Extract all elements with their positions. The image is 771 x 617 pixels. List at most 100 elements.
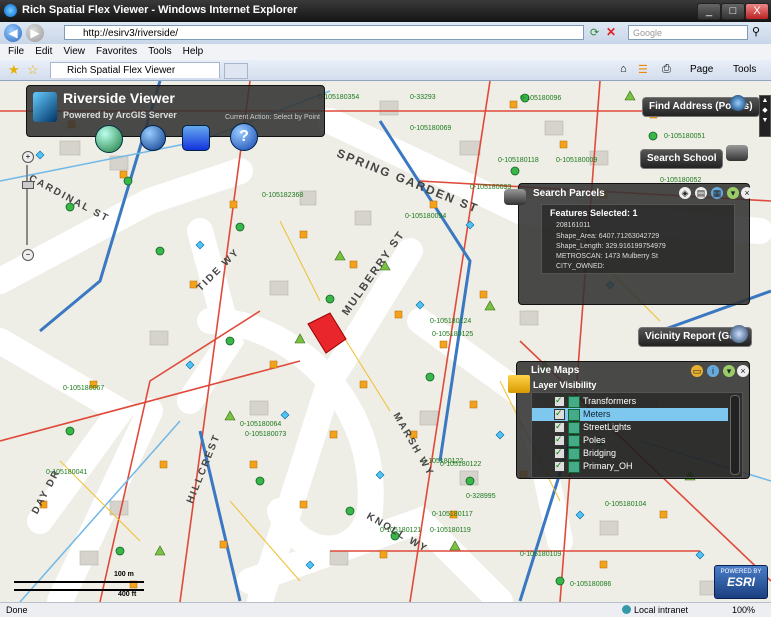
layer-icon (568, 395, 580, 408)
esri-brand-label: ESRI (726, 575, 755, 589)
layer-item-selected[interactable]: Meters (532, 407, 728, 421)
zoom-slider[interactable]: + − (20, 151, 34, 261)
menu-view[interactable]: View (63, 46, 85, 57)
layer-checkbox[interactable] (554, 433, 565, 447)
parcel-id[interactable]: 208161011 (556, 222, 591, 229)
map-label: 0-105180096 (520, 95, 562, 102)
current-action-label: Current Action: Select by Point (225, 114, 320, 121)
home-icon[interactable]: ⌂ (620, 63, 627, 75)
layer-scrollbar[interactable] (730, 395, 740, 475)
menu-favorites[interactable]: Favorites (96, 46, 137, 57)
close-button[interactable]: X (745, 3, 769, 20)
layer-icon (568, 434, 580, 447)
zoom-track[interactable] (26, 165, 28, 245)
close-panel-icon[interactable]: × (737, 365, 749, 377)
folder-icon[interactable]: ▭ (691, 365, 703, 377)
layer-item[interactable]: StreetLights (554, 420, 631, 434)
map-label: 0-105180086 (570, 581, 612, 588)
help-tool-icon[interactable]: ? (230, 123, 258, 151)
url-field[interactable]: http://esirv3/riverside/ (64, 25, 584, 40)
feeds-icon[interactable]: ☰ (638, 63, 648, 76)
map-label: 0-105180117 (432, 511, 473, 518)
search-parcels-panel: Search Parcels ◈ ▤ ▦ ▾ × Features Select… (518, 183, 753, 305)
add-favorite-icon[interactable]: ☆ (27, 62, 39, 78)
status-text: Done (6, 605, 28, 615)
features-selected: Features Selected: 1 (550, 208, 638, 218)
minimize-panel-icon[interactable]: ▾ (723, 365, 735, 377)
viewer-subtitle: Powered by ArcGIS Server (63, 110, 177, 120)
menu-help[interactable]: Help (183, 46, 204, 57)
print-icon[interactable]: ⎙ (662, 63, 671, 76)
search-school-button[interactable]: Search School (640, 149, 724, 169)
compass-tool-icon[interactable] (140, 125, 166, 151)
layer-checkbox[interactable] (554, 459, 565, 473)
menu-edit[interactable]: Edit (35, 46, 52, 57)
maximize-button[interactable]: □ (721, 3, 745, 20)
layer-item[interactable]: Bridging (554, 446, 617, 460)
search-parcels-binoculars-icon (504, 189, 526, 205)
layer-icon (568, 421, 580, 434)
layer-visibility-title: Layer Visibility (533, 380, 597, 390)
globe-logo-icon (33, 92, 57, 122)
forward-button[interactable]: ▶ (26, 24, 44, 42)
scale-line-top (14, 581, 144, 583)
layer-item[interactable]: Transformers (554, 394, 637, 408)
globe-tool-icon[interactable] (95, 125, 123, 153)
parcel-grid-icon[interactable]: ▦ (711, 187, 723, 199)
layer-checkbox[interactable] (554, 446, 565, 460)
nav-arrows[interactable]: ▲ ◆ ▼ (759, 95, 771, 137)
layer-label: Bridging (583, 448, 617, 458)
layer-checkbox[interactable] (554, 407, 565, 421)
refresh-icon[interactable]: ⟳ (590, 26, 599, 39)
parcel-select-icon[interactable]: ▤ (695, 187, 707, 199)
parcel-tool-icon[interactable]: ◈ (679, 187, 691, 199)
layer-checkbox[interactable] (554, 420, 565, 434)
zoom-out-button[interactable]: − (22, 249, 34, 261)
layer-item[interactable]: Poles (554, 433, 606, 447)
scale-label-bottom: 400 ft (118, 591, 137, 598)
find-address-icon (730, 95, 746, 111)
binoculars-tool-icon[interactable] (182, 125, 210, 151)
back-button[interactable]: ◀ (4, 24, 22, 42)
search-input[interactable]: Google (628, 25, 748, 40)
map-label: 0-105180118 (498, 157, 539, 164)
tab-rich-spatial-viewer[interactable]: Rich Spatial Flex Viewer (50, 62, 220, 78)
zoom-in-button[interactable]: + (22, 151, 34, 163)
menu-tools[interactable]: Tools (148, 46, 171, 57)
security-zone: Local intranet (634, 605, 689, 615)
map-canvas[interactable]: 0-105180354 0-33293 0-105180069 0-105180… (0, 81, 771, 602)
search-icon[interactable]: ⚲ (752, 25, 760, 38)
layer-label: Transformers (583, 396, 637, 406)
zoom-level[interactable]: 100% (732, 603, 755, 617)
favorites-star-icon[interactable]: ★ (8, 62, 20, 78)
page-menu[interactable]: Page (690, 64, 713, 75)
map-label: 0-105180051 (664, 133, 706, 140)
layer-icon (568, 447, 580, 460)
map-label: 0-105180119 (430, 527, 471, 534)
layer-item[interactable]: Primary_OH (554, 459, 633, 473)
map-label: 0-105180124 (430, 318, 472, 325)
layer-label: Primary_OH (583, 461, 633, 471)
esri-logo: POWERED BY ESRI (714, 565, 768, 599)
layer-checkbox[interactable] (554, 394, 565, 408)
layer-label: Poles (583, 435, 606, 445)
new-tab-button[interactable] (224, 63, 248, 79)
map-label: 0-105180122 (440, 461, 482, 468)
live-maps-panel: Live Maps ▭ i ▾ × Layer Visibility Trans… (516, 361, 750, 479)
scale-label-top: 100 m (114, 571, 134, 578)
menu-file[interactable]: File (8, 46, 24, 57)
window-title: Rich Spatial Flex Viewer - Windows Inter… (22, 4, 298, 16)
scale-bar: 100 m 400 ft (14, 571, 144, 598)
map-label: 0-105180073 (245, 431, 287, 438)
viewer-header-panel: Riverside Viewer Powered by ArcGIS Serve… (26, 85, 325, 137)
layer-label: Meters (583, 409, 611, 419)
stop-icon[interactable]: ✕ (606, 25, 616, 39)
info-icon[interactable]: i (707, 365, 719, 377)
vicinity-icon (730, 325, 748, 343)
zoom-handle[interactable] (22, 181, 34, 189)
binoculars-icon (726, 145, 748, 161)
minimize-panel-icon[interactable]: ▾ (727, 187, 739, 199)
tools-menu[interactable]: Tools (733, 64, 756, 75)
minimize-button[interactable]: _ (697, 3, 721, 20)
close-panel-icon[interactable]: × (741, 187, 753, 199)
